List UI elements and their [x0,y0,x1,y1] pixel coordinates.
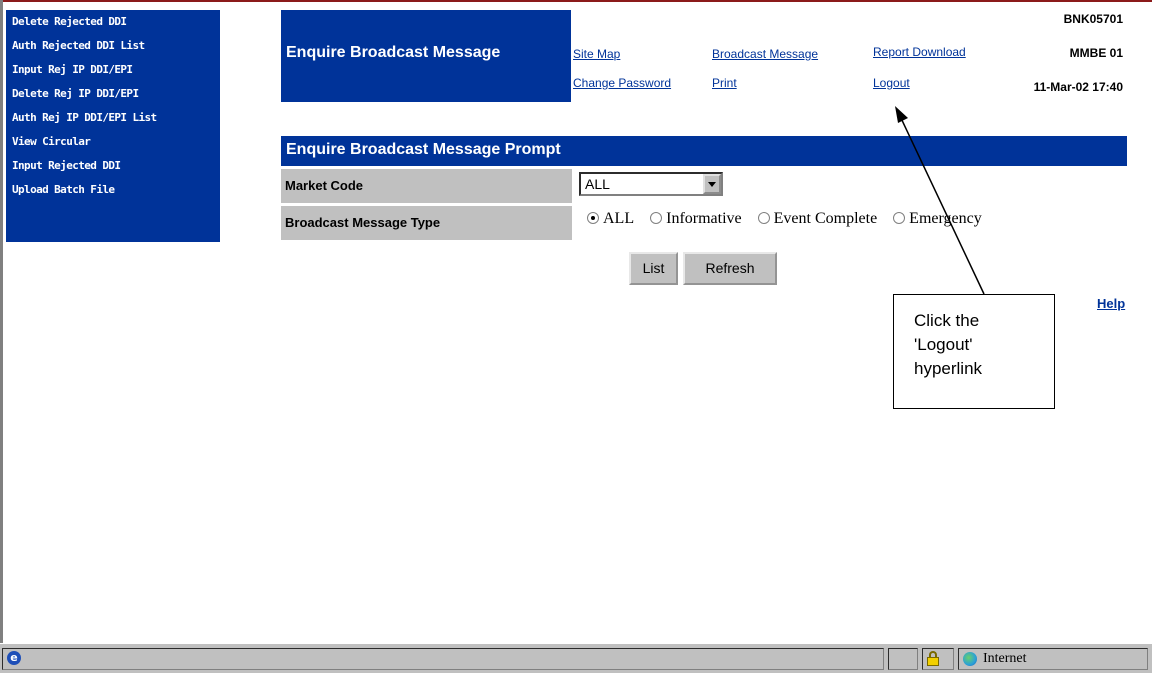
globe-icon [963,652,977,666]
browser-content: Delete Rejected DDI Auth Rejected DDI Li… [0,0,1152,643]
nav-item-upload-batch-file[interactable]: Upload Batch File [6,178,220,202]
radio-button-checked[interactable] [587,212,599,224]
radio-label: ALL [603,210,635,227]
status-pane-main: e [2,648,884,670]
callout-line: 'Logout' [914,335,973,354]
radio-option-emergency[interactable]: Emergency [893,210,982,228]
nav-item-auth-rejected-ddi-list[interactable]: Auth Rejected DDI List [6,34,220,58]
radio-button[interactable] [757,212,770,224]
broadcast-message-link[interactable]: Broadcast Message [712,47,818,61]
chevron-down-icon [708,182,716,187]
nav-item-auth-rej-ip-ddi-epi-list[interactable]: Auth Rej IP DDI/EPI List [6,106,220,130]
change-password-link[interactable]: Change Password [573,76,671,90]
user-id: BNK05701 [1063,12,1123,26]
radio-option-all[interactable]: ALL [587,210,634,228]
radio-option-event-complete[interactable]: Event Complete [757,210,878,228]
logout-link[interactable]: Logout [873,76,910,90]
nav-item-delete-rejected-ddi[interactable]: Delete Rejected DDI [6,10,220,34]
nav-item-input-rej-ip-ddi-epi[interactable]: Input Rej IP DDI/EPI [6,58,220,82]
nav-item-delete-rej-ip-ddi-epi[interactable]: Delete Rej IP DDI/EPI [6,82,220,106]
callout-box: Click the 'Logout' hyperlink [893,294,1055,409]
print-link[interactable]: Print [712,76,737,90]
radio-label: Event Complete [773,210,878,227]
nav-item-view-circular[interactable]: View Circular [6,130,220,154]
ie-page-icon: e [7,651,21,665]
radio-label: Emergency [909,210,982,227]
nav-item-input-rejected-ddi[interactable]: Input Rejected DDI [6,154,220,178]
status-pane-empty [888,648,918,670]
left-navigation: Delete Rejected DDI Auth Rejected DDI Li… [6,10,220,242]
terminal-id: MMBE 01 [1069,46,1123,60]
page-title: Enquire Broadcast Message [286,44,501,61]
lock-body [927,657,939,666]
status-pane-zone: Internet [958,648,1148,670]
help-link[interactable]: Help [1097,296,1125,311]
callout-line: Click the [914,311,980,330]
prompt-title: Enquire Broadcast Message Prompt [286,141,561,158]
refresh-button[interactable]: Refresh [683,252,777,285]
market-code-label: Market Code [281,169,572,203]
date-time: 11-Mar-02 17:40 [1033,80,1123,94]
report-download-link[interactable]: Report Download [873,45,966,59]
market-code-value: ALL [585,176,610,192]
dropdown-button[interactable] [703,174,721,194]
radio-label: Informative [666,210,742,227]
browser-status-bar: e Internet [0,643,1152,673]
lock-icon [926,651,940,666]
frame-top-line [3,0,1152,2]
broadcast-type-radio-group: ALL Informative Event Complete Emergency [587,210,994,238]
market-code-select[interactable]: ALL [579,172,723,196]
broadcast-type-label: Broadcast Message Type [281,206,572,240]
site-map-link[interactable]: Site Map [573,47,620,61]
callout-line: hyperlink [914,359,983,378]
frame-border [0,0,3,643]
radio-option-informative[interactable]: Informative [650,210,742,228]
radio-button[interactable] [893,212,906,224]
list-button[interactable]: List [629,252,678,285]
status-pane-security [922,648,954,670]
zone-label: Internet [983,651,1027,666]
radio-button[interactable] [650,212,663,224]
